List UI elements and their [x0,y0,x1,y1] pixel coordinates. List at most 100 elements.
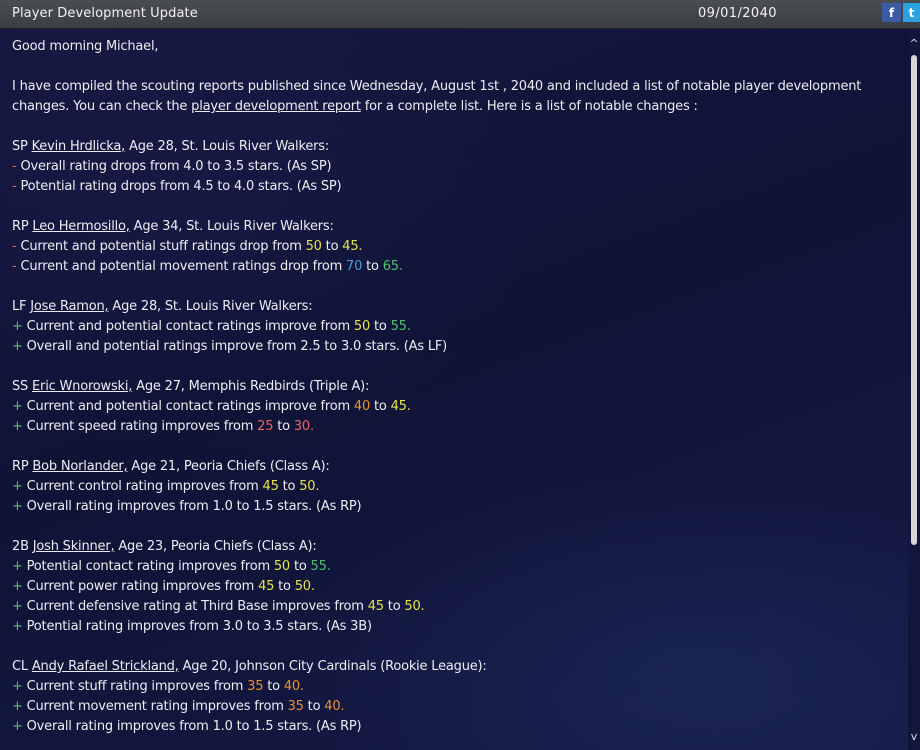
change-to: to [213,179,234,194]
change-text: Current speed rating improves from [26,419,258,434]
plus-sign: + [12,699,27,714]
change-to: to [274,579,295,594]
plus-sign: + [12,559,27,574]
player-info: Age 28, St. Louis River Walkers: [125,139,330,154]
new-value: 50 [404,599,421,614]
new-value: 45 [342,239,359,254]
scroll-down-arrow-icon[interactable]: v [908,730,920,744]
change-line: - Overall rating drops from 4.0 to 3.5 s… [12,159,332,174]
change-line: + Current defensive rating at Third Base… [12,599,425,614]
player-position: SP [12,139,32,154]
change-tail: stars. (As LF) [361,339,448,354]
change-line: + Current stuff rating improves from 35 … [12,679,304,694]
new-value: 55 [390,319,407,334]
player-name-link[interactable]: Jose Ramon, [30,299,108,314]
new-value: 1.5 [253,719,274,734]
old-value: 2.5 [300,339,321,354]
change-text: Overall rating improves from [26,499,213,514]
intro-line-1: I have compiled the scouting reports pub… [12,79,862,94]
change-line: - Potential rating drops from 4.5 to 4.0… [12,179,342,194]
change-text: Overall rating drops from [20,159,184,174]
player-info: Age 23, Peoria Chiefs (Class A): [114,539,317,554]
player-header: RP Leo Hermosillo, Age 34, St. Louis Riv… [12,219,334,234]
player-header: CL Andy Rafael Strickland, Age 20, Johns… [12,659,487,674]
player-name-link[interactable]: Andy Rafael Strickland, [32,659,179,674]
change-line: + Current and potential contact ratings … [12,319,411,334]
vertical-scrollbar[interactable]: ^ v [908,29,920,750]
change-to: to [203,159,224,174]
change-tail: stars. (As RP) [273,499,362,514]
player-name-link[interactable]: Eric Wnorowski, [32,379,132,394]
change-tail: . [358,239,363,254]
old-value: 1.0 [212,719,233,734]
new-value: 30 [293,419,310,434]
change-text: Potential rating improves from [26,619,223,634]
old-value: 1.0 [212,499,233,514]
new-value: 50 [299,479,316,494]
change-to: to [273,419,294,434]
date-label: 09/01/2040 [698,6,777,21]
change-to: to [303,699,325,714]
old-value: 45 [258,579,275,594]
player-info: Age 20, Johnson City Cardinals (Rookie L… [178,659,487,674]
change-to: to [263,679,284,694]
change-to: to [278,479,300,494]
change-text: Current defensive rating at Third Base i… [26,599,368,614]
change-tail: stars. (As RP) [273,719,362,734]
intro-text: for a complete list. Here is a list of n… [360,99,698,114]
player-info: Age 34, St. Louis River Walkers: [129,219,334,234]
change-text: Current and potential movement ratings d… [20,259,347,274]
plus-sign: + [12,339,27,354]
player-development-report-link[interactable]: player development report [191,99,361,114]
plus-sign: + [12,719,27,734]
old-value: 45 [367,599,384,614]
change-to: to [232,499,254,514]
player-name-link[interactable]: Bob Norlander, [32,459,127,474]
plus-sign: + [12,619,27,634]
change-to: to [362,259,383,274]
intro-line-2: changes. You can check the player develo… [12,99,698,114]
plus-sign: + [12,419,27,434]
twitter-share-button[interactable]: t [903,3,920,22]
change-text: Overall rating improves from [26,719,213,734]
plus-sign: + [12,679,27,694]
scroll-up-arrow-icon[interactable]: ^ [908,37,920,51]
change-line: + Current and potential contact ratings … [12,399,411,414]
change-tail: . [406,319,411,334]
player-info: Age 27, Memphis Redbirds (Triple A): [132,379,370,394]
facebook-share-button[interactable]: f [882,3,901,22]
change-line: + Potential contact rating improves from… [12,559,331,574]
change-line: + Current speed rating improves from 25 … [12,419,314,434]
change-tail: . [299,679,304,694]
scrollbar-thumb[interactable] [911,55,917,545]
change-tail: stars. (As 3B) [283,619,372,634]
plus-sign: + [12,599,27,614]
change-tail: stars. (As SP) [254,179,342,194]
message-body: Good morning Michael, I have compiled th… [0,29,908,750]
change-text: Current stuff rating improves from [26,679,248,694]
player-header: SP Kevin Hrdlicka, Age 28, St. Louis Riv… [12,139,329,154]
change-to: to [290,559,311,574]
old-value: 4.0 [183,159,204,174]
player-name-link[interactable]: Kevin Hrdlicka, [32,139,126,154]
page-title: Player Development Update [12,6,198,21]
change-tail: . [398,259,403,274]
old-value: 40 [353,399,371,414]
intro-text: changes. You can check the [12,99,192,114]
new-value: 65 [382,259,399,274]
change-text: Current movement rating improves from [26,699,288,714]
old-value: 50 [273,559,291,574]
old-value: 50 [353,319,371,334]
greeting: Good morning Michael, [12,39,159,54]
change-to: to [320,339,341,354]
change-line: + Current movement rating improves from … [12,699,345,714]
new-value: 50 [294,579,311,594]
change-text: Current and potential stuff ratings drop… [20,239,306,254]
old-value: 70 [346,259,363,274]
new-value: 4.0 [233,179,255,194]
player-info: Age 28, St. Louis River Walkers: [108,299,313,314]
player-name-link[interactable]: Leo Hermosillo, [32,219,130,234]
player-name-link[interactable]: Josh Skinner, [33,539,115,554]
new-value: 45 [390,399,407,414]
change-to: to [370,399,391,414]
